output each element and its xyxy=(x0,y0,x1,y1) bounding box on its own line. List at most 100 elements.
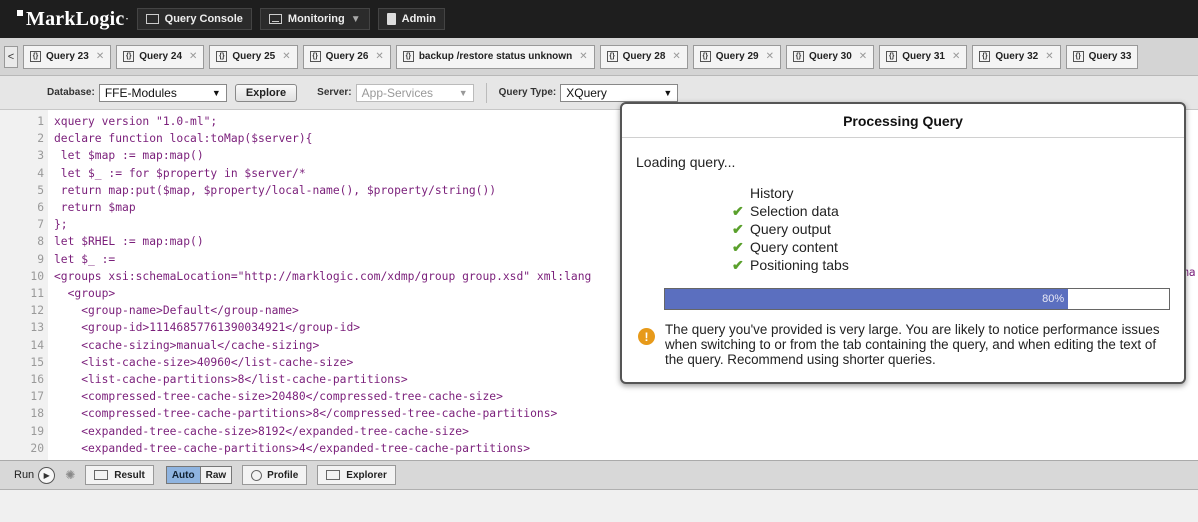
tab-backup-restore[interactable]: {} backup /restore status unknown ✕ xyxy=(395,44,595,69)
line-number: 11 xyxy=(0,285,44,302)
tab-query-30[interactable]: {} Query 30 ✕ xyxy=(785,44,875,69)
query-icon: {} xyxy=(606,51,618,62)
checkmark-icon: ✔ xyxy=(732,203,744,219)
marklogic-logo[interactable]: MarkLogic · xyxy=(17,8,129,31)
warning-message: ! The query you've provided is very larg… xyxy=(638,322,1178,367)
result-icon xyxy=(94,470,109,480)
query-icon: {} xyxy=(123,51,135,62)
progress-fill: 80% xyxy=(665,289,1069,309)
code-text: let $_ := for $property in $server/* xyxy=(54,166,306,180)
tab-query-32[interactable]: {} Query 32 ✕ xyxy=(972,44,1061,69)
query-tab-bar: < {} Query 23 ✕ {} Query 24 ✕ {} Query 25 ✕ {}… xyxy=(0,38,1198,76)
raw-format-button[interactable]: Raw xyxy=(199,467,232,483)
code-text: <expanded-tree-cache-size>8192</expanded… xyxy=(54,424,469,438)
line-number: 3 xyxy=(0,147,44,165)
code-text: return map:put($map, $property/local-nam… xyxy=(54,183,497,197)
dialog-title: Processing Query xyxy=(622,104,1184,138)
profile-tab[interactable]: Profile xyxy=(242,465,308,485)
top-nav: MarkLogic · Query Console Monitoring ▼ Ad… xyxy=(0,0,1198,38)
query-icon: {} xyxy=(402,51,414,62)
console-icon xyxy=(145,14,159,24)
play-icon: ▶ xyxy=(43,470,50,480)
tab-query-33[interactable]: {} Query 33 xyxy=(1065,44,1139,69)
toolbar-divider xyxy=(485,82,487,103)
tab-query-31[interactable]: {} Query 31 ✕ xyxy=(879,44,968,69)
query-console-button[interactable]: Query Console xyxy=(136,8,252,30)
spinner-icon: ✺ xyxy=(65,468,76,482)
line-number: 1 xyxy=(0,113,44,130)
code-text: <expanded-tree-cache-partitions>4</expan… xyxy=(54,441,531,455)
tab-query-28[interactable]: {} Query 28 ✕ xyxy=(599,44,688,69)
line-number: 5 xyxy=(0,181,44,199)
query-icon: {} xyxy=(30,51,41,62)
logo-text: MarkLogic xyxy=(26,7,125,30)
tab-query-24[interactable]: {} Query 24 ✕ xyxy=(116,44,205,69)
close-icon[interactable]: ✕ xyxy=(952,51,960,62)
close-icon[interactable]: ✕ xyxy=(1045,51,1053,62)
close-icon[interactable]: ✕ xyxy=(579,51,587,62)
line-number: 6 xyxy=(0,199,44,216)
step-item: History xyxy=(750,185,794,201)
tab-scroll-left-button[interactable]: < xyxy=(4,45,18,68)
progress-bar: 80% xyxy=(664,288,1170,310)
tab-query-26[interactable]: {} Query 26 ✕ xyxy=(302,44,391,69)
run-label: Run xyxy=(14,469,35,481)
query-icon: {} xyxy=(792,51,804,62)
loading-text: Loading query... xyxy=(636,154,736,170)
line-number: 16 xyxy=(0,371,44,388)
line-number: 7 xyxy=(0,216,44,234)
code-text: return $map xyxy=(54,201,136,214)
logo-mark-icon xyxy=(17,10,23,16)
chevron-down-icon: ▼ xyxy=(211,87,221,98)
code-text: <compressed-tree-cache-partitions>8</com… xyxy=(54,407,558,421)
tab-query-29[interactable]: {} Query 29 ✕ xyxy=(692,44,781,69)
explore-button[interactable]: Explore xyxy=(234,83,298,102)
tab-query-23[interactable]: {} Query 23 ✕ xyxy=(23,44,112,69)
line-number: 18 xyxy=(0,405,44,423)
server-select: App-Services ▼ xyxy=(355,83,474,102)
line-number: 14 xyxy=(0,336,44,354)
result-toolbar: Run ▶ ✺ Result Auto Raw Profile Explorer xyxy=(0,460,1198,490)
code-text: <groups xsi:schemaLocation="http://markl… xyxy=(54,269,592,283)
code-text: xquery version "1.0-ml"; xyxy=(54,115,218,128)
close-icon[interactable]: ✕ xyxy=(282,51,290,62)
close-icon[interactable]: ✕ xyxy=(766,51,774,62)
query-icon: {} xyxy=(979,51,991,62)
query-type-label: Query Type: xyxy=(498,87,557,98)
admin-button[interactable]: Admin xyxy=(377,8,445,30)
monitoring-button[interactable]: Monitoring ▼ xyxy=(259,8,370,30)
monitor-icon xyxy=(268,14,282,24)
code-text: }; xyxy=(54,218,68,232)
tab-query-25[interactable]: {} Query 25 ✕ xyxy=(209,44,298,69)
processing-query-dialog: Processing Query Loading query... Histor… xyxy=(620,102,1186,384)
explorer-tab[interactable]: Explorer xyxy=(317,465,396,485)
step-item: ✔ Query output xyxy=(732,221,831,237)
close-icon[interactable]: ✕ xyxy=(859,51,867,62)
checkmark-icon: ✔ xyxy=(732,257,744,273)
profile-icon xyxy=(251,469,263,481)
query-type-select[interactable]: XQuery ▼ xyxy=(560,83,679,102)
query-icon: {} xyxy=(699,51,711,62)
query-icon: {} xyxy=(216,51,228,62)
checkmark-icon: ✔ xyxy=(732,239,744,255)
result-tab[interactable]: Result xyxy=(85,465,154,485)
line-number: 2 xyxy=(0,130,44,148)
output-format-toggle: Auto Raw xyxy=(165,466,233,484)
database-select[interactable]: FFE-Modules ▼ xyxy=(98,83,227,102)
chevron-down-icon: ▼ xyxy=(663,87,673,98)
code-text: let $map := map:map() xyxy=(54,149,204,163)
step-item: ✔ Positioning tabs xyxy=(732,257,849,273)
code-text: <list-cache-size>40960</list-cache-size> xyxy=(54,355,354,369)
close-icon[interactable]: ✕ xyxy=(189,51,197,62)
auto-format-button[interactable]: Auto xyxy=(166,467,200,483)
close-icon[interactable]: ✕ xyxy=(375,51,383,62)
code-text: <group> xyxy=(54,287,116,300)
close-icon[interactable]: ✕ xyxy=(96,51,104,62)
query-icon: {} xyxy=(309,51,321,62)
code-text: let $_ := xyxy=(54,252,116,266)
step-item: ✔ Selection data xyxy=(732,203,839,219)
step-item: ✔ Query content xyxy=(732,239,838,255)
close-icon[interactable]: ✕ xyxy=(672,51,680,62)
run-button[interactable]: ▶ xyxy=(38,466,56,484)
code-text: let $RHEL := map:map() xyxy=(54,235,204,249)
